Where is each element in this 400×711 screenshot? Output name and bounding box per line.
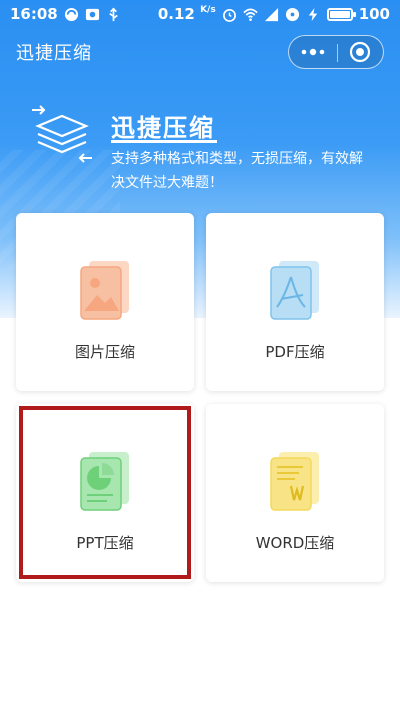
- mini-program-capsule: [288, 35, 384, 69]
- battery-level: 100: [358, 5, 390, 23]
- more-dots-icon: [301, 48, 324, 56]
- cellular-signal-icon: [264, 7, 278, 21]
- ppt-compress-card[interactable]: PPT压缩: [16, 404, 194, 582]
- banner-title: 迅捷压缩: [111, 114, 215, 142]
- word-compress-card[interactable]: WORD压缩: [206, 404, 384, 582]
- card-label: PDF压缩: [265, 343, 325, 361]
- network-speed: 0.12 K/s: [157, 5, 216, 23]
- status-bar: 16:08 0.12 K/s 100: [0, 0, 400, 28]
- ppt-file-icon: [80, 452, 129, 511]
- nav-title: 迅捷压缩: [16, 43, 92, 64]
- banner-description: 支持多种格式和类型，无损压缩，有效解决文件过大难题！: [111, 151, 363, 191]
- app-notification-icon: [64, 7, 78, 21]
- image-file-icon: [80, 261, 129, 320]
- capsule-divider: [337, 44, 338, 62]
- close-button[interactable]: [340, 37, 380, 67]
- battery-icon: [326, 7, 356, 21]
- image-compress-card[interactable]: 图片压缩: [16, 213, 194, 391]
- target-close-icon: [349, 41, 370, 63]
- pdf-file-icon: [270, 261, 319, 320]
- pdf-compress-card[interactable]: PDF压缩: [206, 213, 384, 391]
- usb-icon: [108, 7, 118, 21]
- gallery-notification-icon: [85, 8, 99, 20]
- charging-icon: [308, 7, 317, 21]
- card-label: 图片压缩: [74, 343, 135, 361]
- status-time: 16:08: [10, 5, 58, 23]
- wifi-icon: [243, 8, 258, 21]
- alarm-clock-icon: [222, 8, 236, 22]
- nav-bar: 迅捷压缩: [0, 32, 400, 72]
- more-button[interactable]: [293, 37, 333, 67]
- hotspot-icon: [285, 7, 299, 21]
- card-label: PPT压缩: [76, 534, 134, 552]
- compress-layers-icon: [32, 105, 92, 163]
- word-file-icon: [270, 452, 319, 511]
- card-label: WORD压缩: [255, 534, 335, 552]
- banner-title-underline: [111, 140, 217, 143]
